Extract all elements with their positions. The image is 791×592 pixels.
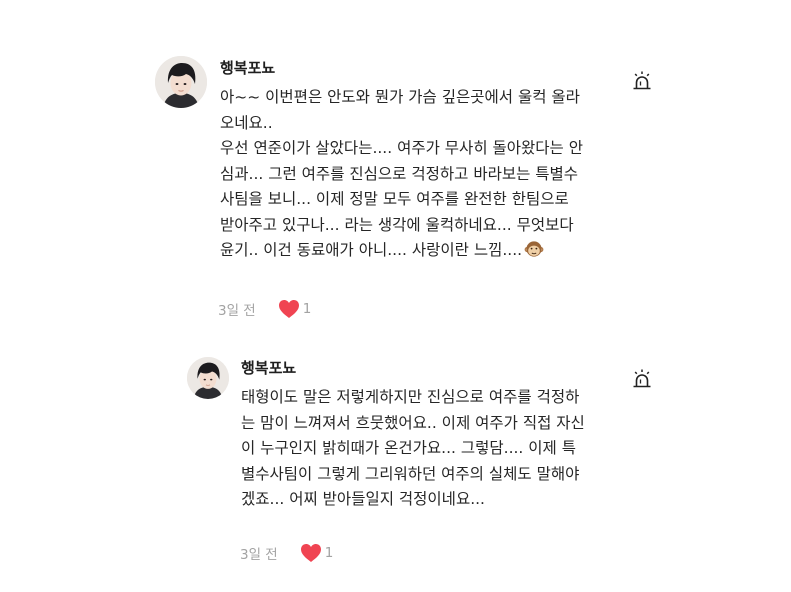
comment-line: 오네요.. bbox=[220, 113, 273, 132]
like-button[interactable]: 1 bbox=[278, 299, 312, 319]
comment-line: 우선 연준이가 살았다는.... 여주가 무사히 돌아왔다는 안 bbox=[220, 139, 583, 157]
comment-line-last: 윤기.. 이건 동료애가 아니.... 사랑이란 느낌.... bbox=[220, 238, 583, 268]
like-count: 1 bbox=[324, 545, 334, 561]
comment-line: 아~~ 이번편은 안도와 뭔가 가슴 깊은곳에서 울컥 올라 bbox=[220, 88, 580, 106]
comment-meta: 3일 전 1 bbox=[218, 299, 311, 319]
avatar[interactable] bbox=[187, 357, 229, 399]
comment-line: 태형이도 말은 저렇게하지만 진심으로 여주를 걱정하 bbox=[241, 388, 580, 406]
comment-line: 는 맘이 느껴져서 흐뭇했어요.. 이제 여주가 직접 자신 bbox=[241, 413, 585, 432]
comment-text: 태형이도 말은 저렇게하지만 진심으로 여주를 걱정하 는 맘이 느껴져서 흐뭇… bbox=[241, 385, 585, 513]
username[interactable]: 행복포뇨 bbox=[220, 57, 275, 78]
heart-icon bbox=[300, 543, 322, 563]
comment-line: 겠죠... 어찌 받아들일지 걱정이네요... bbox=[241, 490, 485, 508]
comment-line: 이 누구인지 밝히때가 온건가요... 그렇담.... 이제 특 bbox=[241, 439, 576, 457]
avatar[interactable] bbox=[155, 56, 207, 108]
report-button[interactable] bbox=[631, 70, 653, 92]
siren-icon bbox=[631, 70, 653, 92]
like-count: 1 bbox=[302, 301, 312, 317]
comment-text: 아~~ 이번편은 안도와 뭔가 가슴 깊은곳에서 울컥 올라 오네요.. 우선 … bbox=[220, 85, 583, 268]
username[interactable]: 행복포뇨 bbox=[241, 357, 296, 378]
comment-meta: 3일 전 1 bbox=[240, 543, 333, 563]
comment-line: 사팀을 보니... 이제 정말 모두 여주를 완전한 한팀으로 bbox=[220, 190, 569, 208]
comment-line: 받아주고 있구나... 라는 생각에 울컥하네요... 무엇보다 bbox=[220, 215, 574, 234]
monkey-face-emoji-icon bbox=[524, 239, 544, 268]
report-button[interactable] bbox=[631, 368, 653, 390]
siren-icon bbox=[631, 368, 653, 390]
like-button[interactable]: 1 bbox=[300, 543, 334, 563]
comment-line-text: 윤기.. 이건 동료애가 아니.... 사랑이란 느낌.... bbox=[220, 241, 523, 259]
comment-date: 3일 전 bbox=[218, 303, 256, 319]
comment-line: 심과... 그런 여주를 진심으로 걱정하고 바라보는 특별수 bbox=[220, 164, 579, 183]
heart-icon bbox=[278, 299, 300, 319]
comment-date: 3일 전 bbox=[240, 547, 278, 563]
comment-line: 별수사팀이 그렇게 그리워하던 여주의 실체도 말해야 bbox=[241, 464, 580, 483]
